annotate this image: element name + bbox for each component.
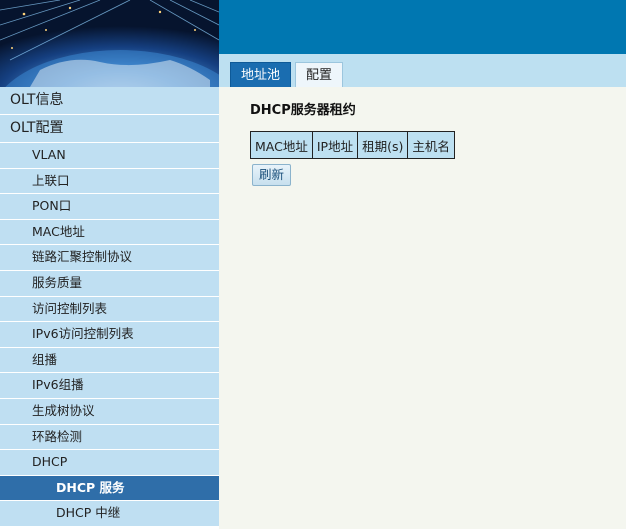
sidebar-item-vlan[interactable]: VLAN (0, 143, 219, 169)
sidebar-item-loop-detect[interactable]: 环路检测 (0, 424, 219, 451)
tab-bar: 地址池 配置 (219, 54, 626, 87)
sidebar-item-acl[interactable]: 访问控制列表 (0, 296, 219, 323)
refresh-button[interactable]: 刷新 (252, 164, 292, 186)
main-content: DHCP服务器租约 MAC地址 IP地址 租期(s) 主机名 刷新 (219, 87, 626, 529)
sidebar-nav: OLT信息 OLT配置 VLAN 上联口 PON口 MAC地址 链路汇聚控制协议… (0, 87, 219, 529)
sidebar-item-qos[interactable]: 服务质量 (0, 270, 219, 297)
sidebar-item-olt-info[interactable]: OLT信息 (0, 87, 219, 115)
column-header-lease-time: 租期(s) (357, 131, 409, 159)
top-header-bar (219, 0, 626, 54)
sidebar-item-dhcp-relay[interactable]: DHCP 中继 (0, 501, 219, 527)
sidebar-item-dhcp[interactable]: DHCP (0, 450, 219, 476)
sidebar-item-ipv6-multicast[interactable]: IPv6组播 (0, 373, 219, 399)
sidebar-item-uplink[interactable]: 上联口 (0, 168, 219, 195)
tab-config[interactable]: 配置 (295, 62, 344, 87)
sidebar-item-dhcp-server[interactable]: DHCP 服务 (0, 475, 219, 502)
banner-globe-image (0, 0, 219, 87)
column-header-ip: IP地址 (311, 131, 359, 159)
sidebar-item-multicast[interactable]: 组播 (0, 347, 219, 374)
table-header-row: MAC地址 IP地址 租期(s) 主机名 (250, 131, 455, 159)
sidebar-item-pon-port[interactable]: PON口 (0, 194, 219, 220)
sidebar-item-mac-address[interactable]: MAC地址 (0, 219, 219, 246)
tab-address-pool[interactable]: 地址池 (230, 62, 292, 87)
sidebar-item-olt-config[interactable]: OLT配置 (0, 115, 219, 143)
page-title: DHCP服务器租约 (250, 103, 356, 118)
sidebar-item-lacp[interactable]: 链路汇聚控制协议 (0, 245, 219, 271)
column-header-mac: MAC地址 (250, 131, 313, 159)
column-header-hostname: 主机名 (407, 131, 455, 159)
sidebar-item-stp[interactable]: 生成树协议 (0, 398, 219, 425)
sidebar-item-ipv6-acl[interactable]: IPv6访问控制列表 (0, 322, 219, 348)
dhcp-lease-table: MAC地址 IP地址 租期(s) 主机名 (250, 131, 455, 159)
